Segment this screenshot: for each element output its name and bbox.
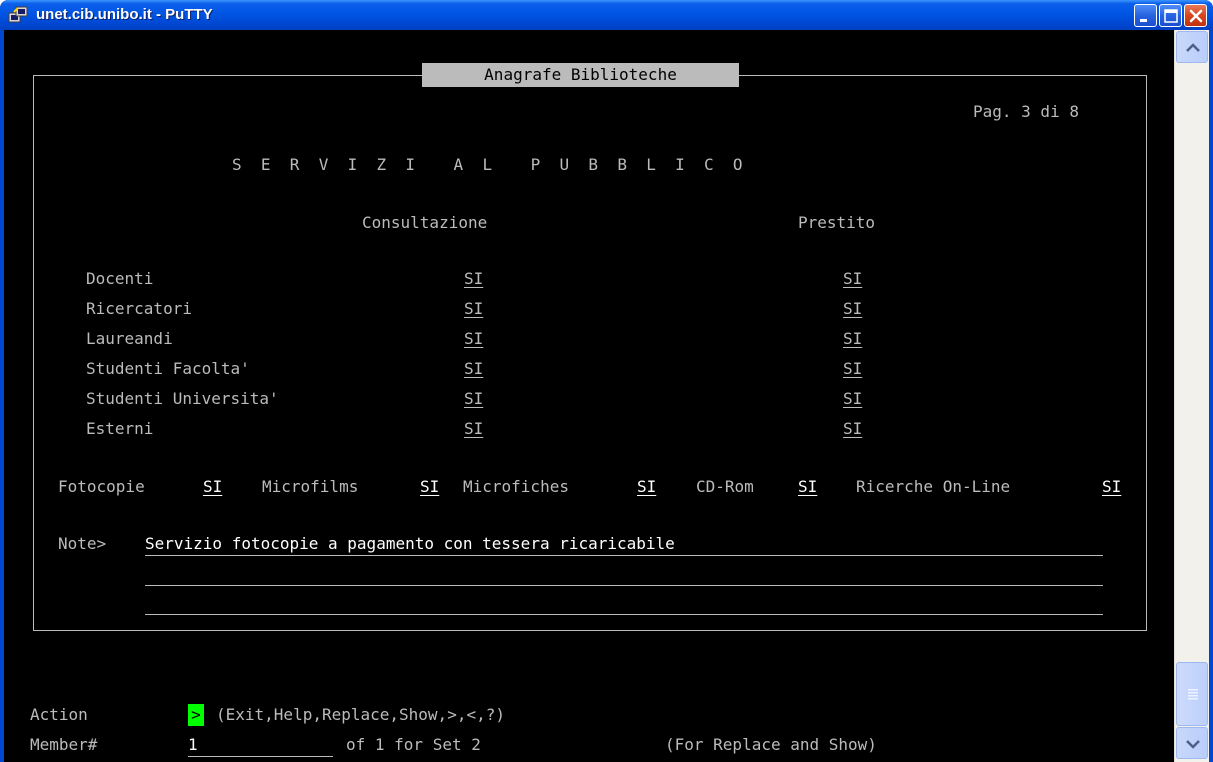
column-header-prestito: Prestito (798, 213, 876, 232)
service-label-cd-rom: CD-Rom (696, 477, 754, 496)
maximize-button[interactable] (1159, 4, 1182, 27)
consultazione-docenti-field[interactable]: SI (464, 269, 483, 289)
row-label-esterni: Esterni (86, 419, 154, 438)
cd-rom-field[interactable]: SI (798, 477, 817, 497)
minimize-icon (1140, 19, 1147, 22)
service-label-microfiches: Microfiches (463, 477, 569, 496)
ricerche-online-field[interactable]: SI (1102, 477, 1121, 497)
putty-window: unet.cib.unibo.it - PuTTY Anagrafe Bibli… (0, 0, 1213, 762)
close-button[interactable] (1184, 4, 1207, 27)
scroll-up-button[interactable] (1176, 31, 1208, 63)
prestito-ricercatori-field[interactable]: SI (843, 299, 862, 319)
maximize-icon (1164, 9, 1178, 23)
grip-icon (1188, 689, 1198, 700)
note-line-3-underline (145, 614, 1103, 615)
member-label: Member# (30, 735, 98, 754)
prestito-docenti-field[interactable]: SI (843, 269, 862, 289)
minimize-button[interactable] (1134, 4, 1157, 27)
title-bar[interactable]: unet.cib.unibo.it - PuTTY (0, 0, 1213, 30)
row-label-laureandi: Laureandi (86, 329, 173, 348)
service-label-ricerche-online: Ricerche On-Line (856, 477, 1011, 496)
action-options: (Exit,Help,Replace,Show,>,<,?) (216, 705, 505, 724)
consultazione-studenti-facolta-field[interactable]: SI (464, 359, 483, 379)
prestito-studenti-universita-field[interactable]: SI (843, 389, 862, 409)
prestito-laureandi-field[interactable]: SI (843, 329, 862, 349)
note-line-1-underline (145, 555, 1103, 556)
member-hint: (For Replace and Show) (665, 735, 877, 754)
chevron-down-icon (1186, 740, 1200, 749)
note-line-2-underline (145, 585, 1103, 586)
form-title: Anagrafe Biblioteche (422, 63, 739, 87)
member-input-underline (188, 756, 333, 757)
note-line-1-field[interactable]: Servizio fotocopie a pagamento con tesse… (145, 534, 675, 554)
consultazione-ricercatori-field[interactable]: SI (464, 299, 483, 319)
consultazione-studenti-universita-field[interactable]: SI (464, 389, 483, 409)
fotocopie-field[interactable]: SI (203, 477, 222, 497)
member-of-set-text: of 1 for Set 2 (346, 735, 481, 754)
terminal-screen[interactable]: Anagrafe Biblioteche Pag. 3 di 8 S E R V… (4, 30, 1174, 762)
action-label: Action (30, 705, 88, 724)
putty-icon[interactable] (8, 6, 28, 24)
row-label-studenti-facolta: Studenti Facolta' (86, 359, 250, 378)
close-icon (1189, 9, 1203, 23)
vertical-scrollbar[interactable] (1174, 30, 1209, 762)
service-label-fotocopie: Fotocopie (58, 477, 145, 496)
member-input[interactable]: 1 (188, 735, 198, 755)
note-label: Note> (58, 534, 107, 553)
chevron-up-icon (1186, 43, 1200, 52)
window-title: unet.cib.unibo.it - PuTTY (36, 6, 213, 23)
row-label-ricercatori: Ricercatori (86, 299, 192, 318)
microfiches-field[interactable]: SI (637, 477, 656, 497)
section-title: S E R V I Z I A L P U B B L I C O (232, 155, 743, 174)
action-input[interactable]: > (188, 704, 204, 726)
prestito-esterni-field[interactable]: SI (843, 419, 862, 439)
column-header-consultazione: Consultazione (362, 213, 488, 232)
page-indicator: Pag. 3 di 8 (973, 102, 1079, 121)
row-label-docenti: Docenti (86, 269, 154, 288)
window-frame-right (1209, 30, 1213, 762)
row-label-studenti-universita: Studenti Universita' (86, 389, 279, 408)
scroll-down-button[interactable] (1176, 727, 1208, 759)
prestito-studenti-facolta-field[interactable]: SI (843, 359, 862, 379)
microfilms-field[interactable]: SI (420, 477, 439, 497)
scroll-thumb[interactable] (1176, 662, 1208, 726)
consultazione-laureandi-field[interactable]: SI (464, 329, 483, 349)
consultazione-esterni-field[interactable]: SI (464, 419, 483, 439)
service-label-microfilms: Microfilms (262, 477, 359, 496)
